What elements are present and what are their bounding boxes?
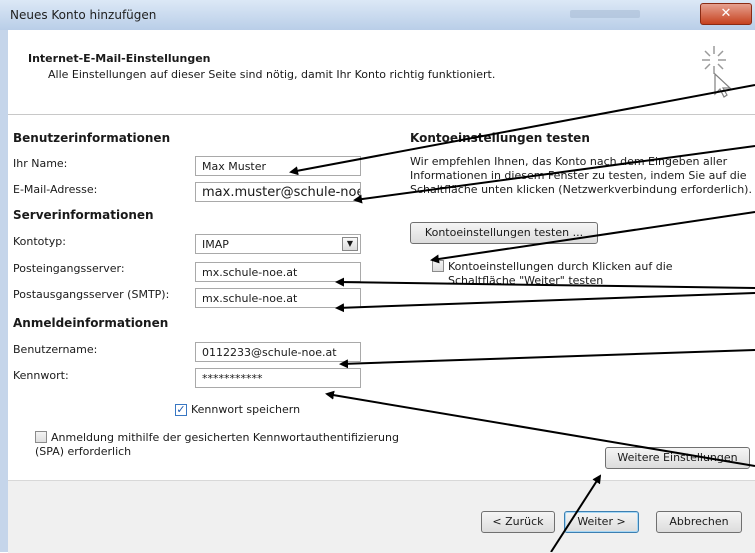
email-field[interactable]: max.muster@schule-noe. — [195, 182, 361, 202]
test-description-line1: Wir empfehlen Ihnen, das Konto nach dem … — [410, 155, 728, 168]
settings-body: Benutzerinformationen Ihr Name: Max Must… — [8, 115, 755, 480]
outgoing-server-field[interactable]: mx.schule-noe.at — [195, 288, 361, 308]
spa-label-line2: (SPA) erforderlich — [35, 445, 132, 458]
chevron-down-icon[interactable]: ▼ — [342, 237, 358, 251]
title-bar-ghost-text — [570, 10, 640, 18]
incoming-server-label: Posteingangsserver: — [13, 262, 125, 275]
close-button[interactable]: ✕ — [700, 3, 752, 25]
auto-test-label-line2: Schaltfläche "Weiter" testen — [448, 274, 604, 287]
window-title: Neues Konto hinzufügen — [10, 8, 157, 22]
page-header: Internet-E-Mail-Einstellungen Alle Einst… — [8, 30, 755, 115]
test-description-line2: Informationen in diesem Fenster zu teste… — [410, 169, 747, 182]
name-label: Ihr Name: — [13, 157, 68, 170]
section-user-info: Benutzerinformationen — [13, 131, 171, 145]
username-label: Benutzername: — [13, 343, 98, 356]
spa-label-line1: Anmeldung mithilfe der gesicherten Kennw… — [51, 431, 399, 444]
cancel-button[interactable]: Abbrechen — [656, 511, 742, 533]
back-button[interactable]: < Zurück — [481, 511, 555, 533]
account-type-value: IMAP — [202, 238, 229, 251]
section-server-info: Serverinformationen — [13, 208, 154, 222]
dialog-window: Neues Konto hinzufügen ✕ Internet-E-Mail… — [0, 0, 755, 553]
page-subtitle: Alle Einstellungen auf dieser Seite sind… — [48, 68, 496, 81]
email-label: E-Mail-Adresse: — [13, 183, 98, 196]
section-test-settings: Kontoeinstellungen testen — [410, 131, 590, 145]
dialog-client: Internet-E-Mail-Einstellungen Alle Einst… — [8, 30, 755, 553]
save-password-checkbox[interactable]: ✓ — [175, 404, 187, 416]
outgoing-server-label: Postausgangsserver (SMTP): — [13, 288, 170, 301]
spa-checkbox[interactable] — [35, 431, 47, 443]
more-settings-button[interactable]: Weitere Einstellungen — [605, 447, 750, 469]
dialog-footer: < Zurück Weiter > Abbrechen — [8, 480, 755, 553]
auto-test-label-line1: Kontoeinstellungen durch Klicken auf die — [448, 260, 673, 273]
account-type-label: Kontotyp: — [13, 235, 66, 248]
test-description-line3: Schaltfläche unten klicken (Netzwerkverb… — [410, 183, 752, 196]
section-login-info: Anmeldeinformationen — [13, 316, 169, 330]
page-title: Internet-E-Mail-Einstellungen — [28, 52, 211, 65]
cursor-click-icon — [702, 46, 732, 98]
next-button[interactable]: Weiter > — [564, 511, 639, 533]
test-account-button[interactable]: Kontoeinstellungen testen ... — [410, 222, 598, 244]
account-type-select[interactable]: IMAP ▼ — [195, 234, 361, 254]
name-field[interactable]: Max Muster — [195, 156, 361, 176]
password-field[interactable]: *********** — [195, 368, 361, 388]
auto-test-checkbox[interactable] — [432, 260, 444, 272]
username-field[interactable]: 0112233@schule-noe.at — [195, 342, 361, 362]
save-password-label: Kennwort speichern — [191, 403, 301, 416]
title-bar[interactable]: Neues Konto hinzufügen ✕ — [0, 0, 755, 30]
password-label: Kennwort: — [13, 369, 69, 382]
incoming-server-field[interactable]: mx.schule-noe.at — [195, 262, 361, 282]
